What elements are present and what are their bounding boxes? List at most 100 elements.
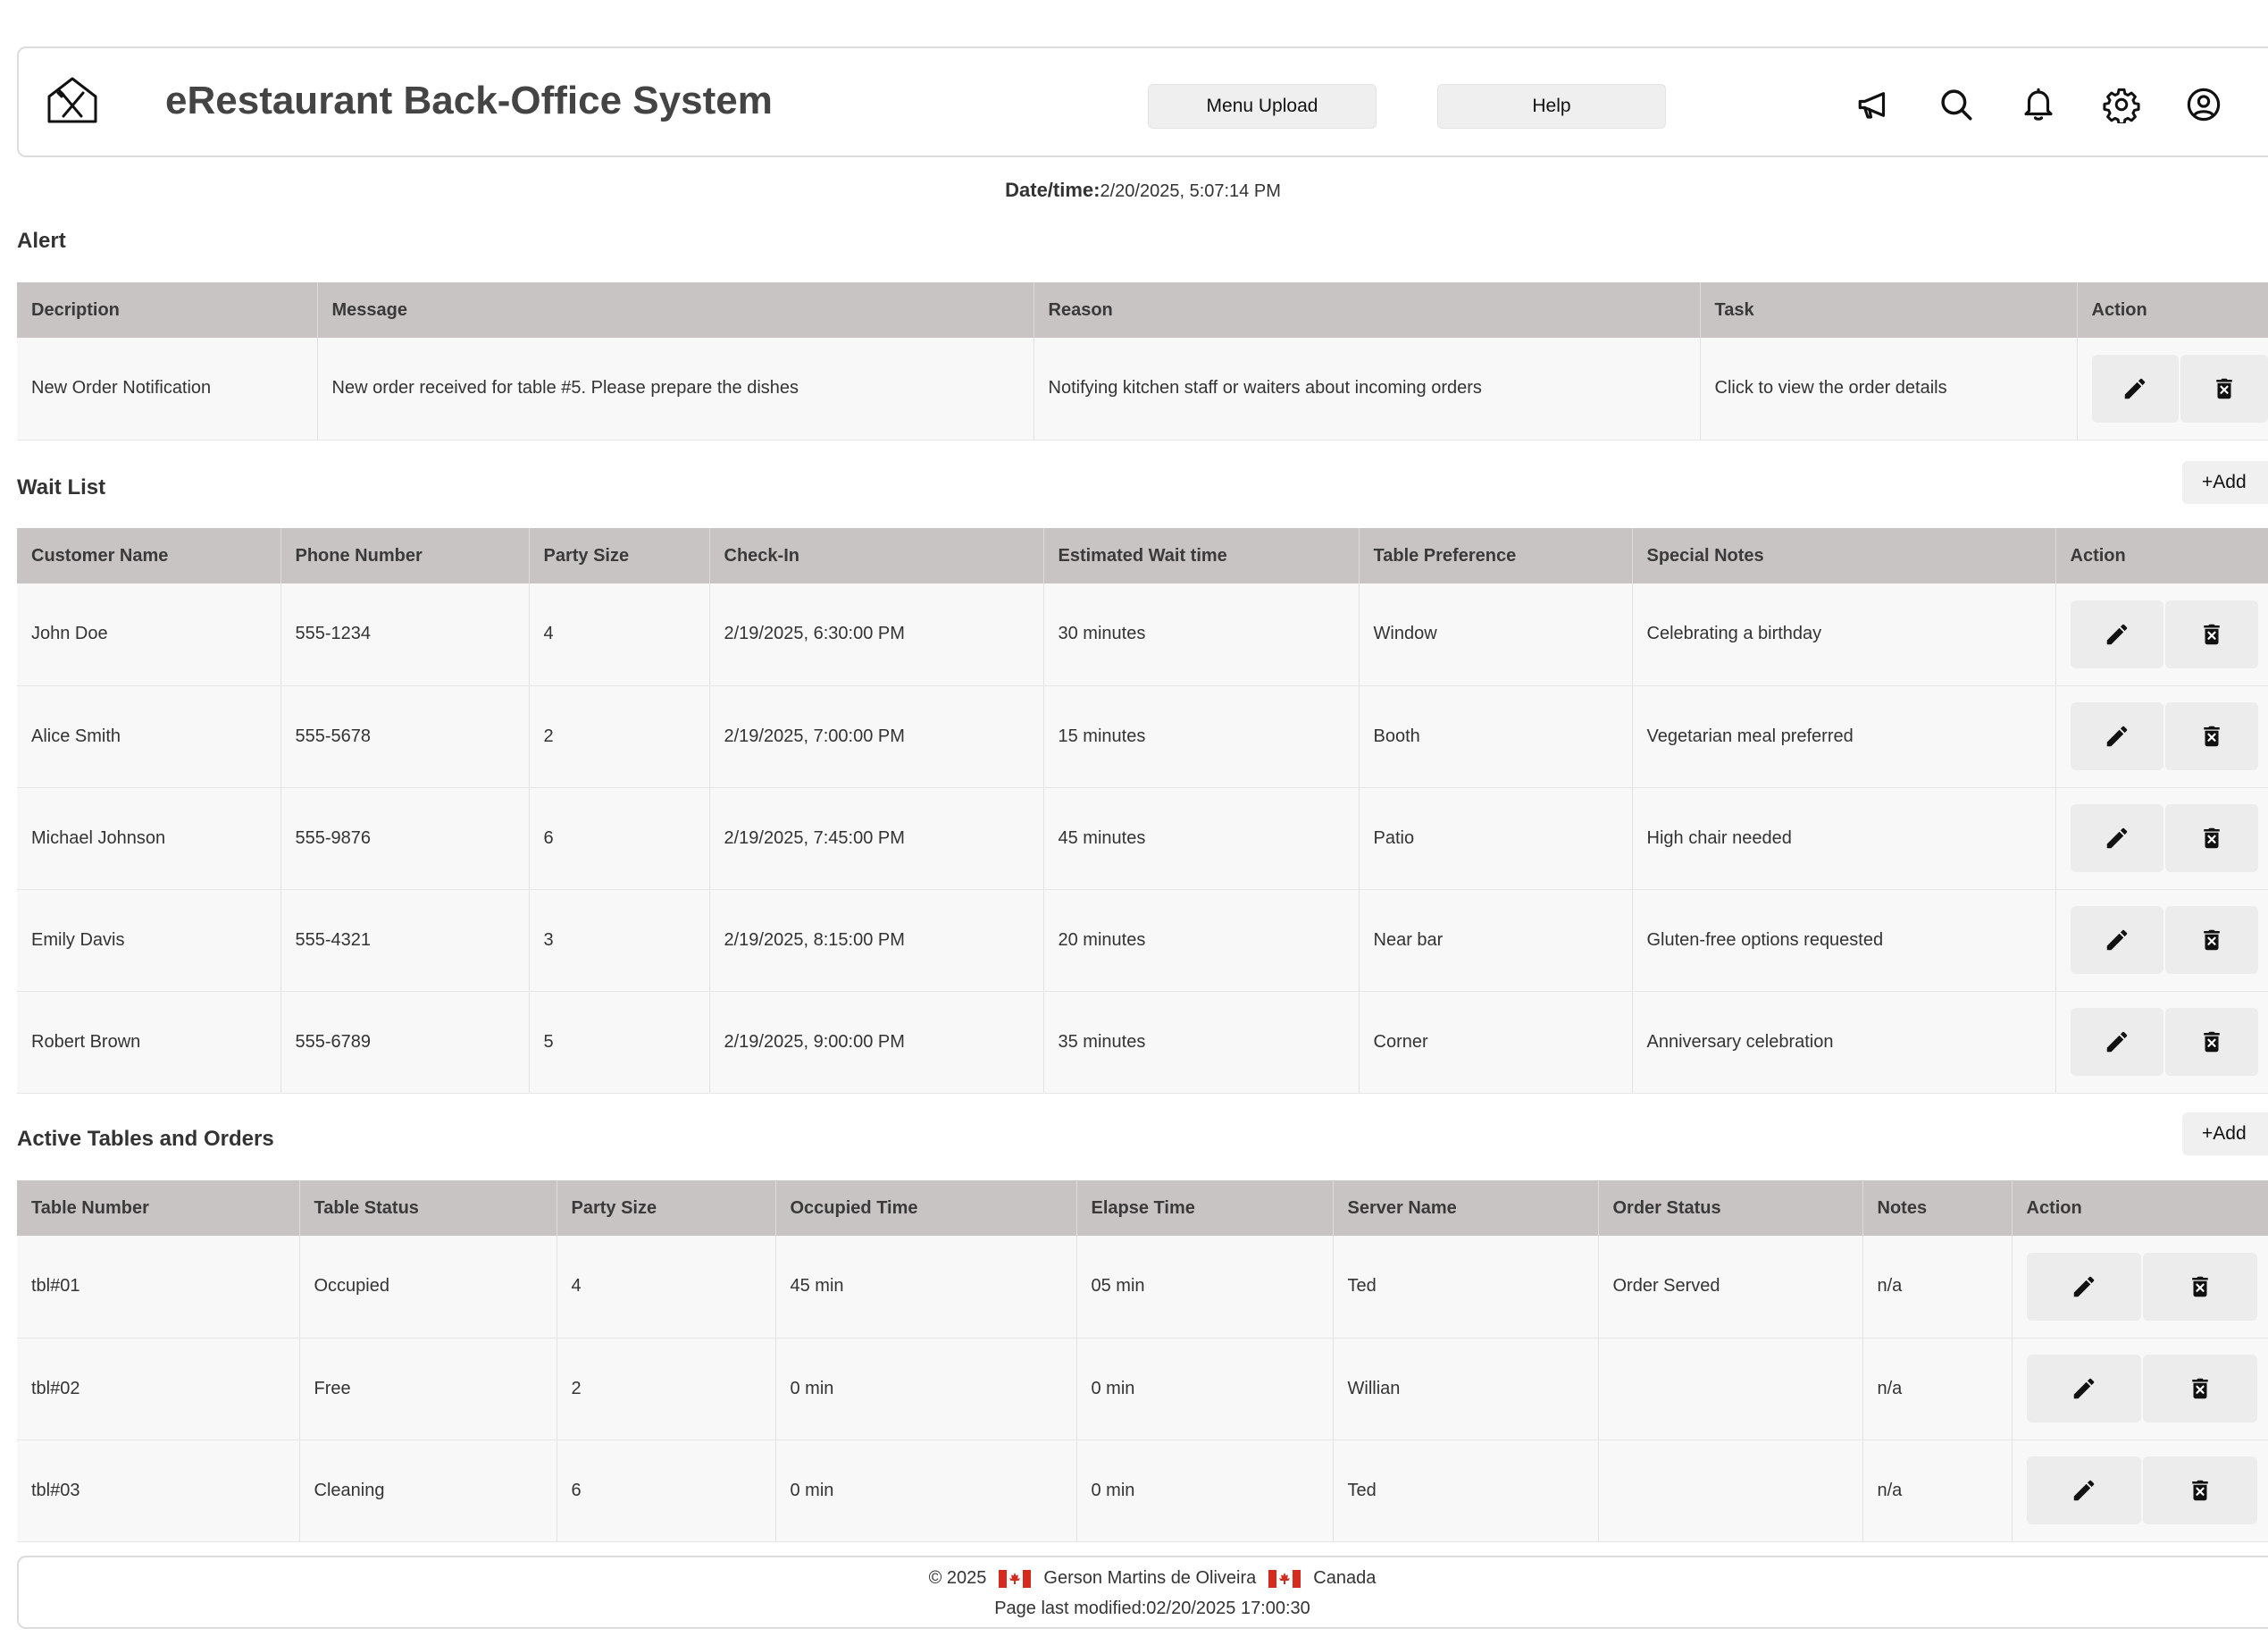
waitlist-table: Customer Name Phone Number Party Size Ch… [17,528,2268,1094]
country-name: Canada [1313,1568,1377,1588]
alert-header-row: Decription Message Reason Task Action [17,282,2268,338]
delete-button[interactable] [2164,702,2258,770]
row-actions [2056,906,2268,974]
table-cell: Window [1359,583,1633,686]
pencil-icon [2106,827,2127,849]
pencil-icon [2073,1480,2094,1501]
gear-icon[interactable] [2099,82,2144,127]
table-cell: 5 [529,991,710,1094]
alert-table: Decription Message Reason Task Action Ne… [17,282,2268,441]
table-cell [1598,1439,1863,1542]
delete-button[interactable] [2164,804,2258,872]
table-row: tbl#01 Occupied 4 45 min 05 min Ted Order Serv… [17,1236,2268,1339]
table-cell: n/a [1862,1338,2013,1440]
delete-button[interactable] [2142,1355,2257,1423]
edit-button[interactable] [2070,702,2163,770]
edit-button[interactable] [2091,354,2180,423]
table-cell: 555-1234 [280,583,530,686]
pencil-icon [2106,726,2127,747]
delete-button[interactable] [2164,906,2258,974]
table-cell: 6 [557,1439,776,1542]
waitlist-section-title: Wait List [17,475,106,499]
delete-button[interactable] [2142,1252,2257,1321]
table-cell: 2/19/2025, 8:15:00 PM [709,889,1044,992]
page: eRestaurant Back-Office System Menu Uplo… [0,0,2268,1645]
column-header: Customer Name [17,528,281,583]
table-cell: 555-5678 [280,685,530,788]
column-header: Party Size [529,528,710,583]
table-cell: 2 [557,1338,776,1440]
table-row: tbl#03 Cleaning 6 0 min 0 min Ted n/a [17,1439,2268,1542]
table-cell: Robert Brown [17,991,281,1094]
column-header: Table Number [17,1180,300,1236]
table-cell: 45 minutes [1043,787,1360,890]
edit-button[interactable] [2026,1355,2141,1423]
datetime-label: Date/time: [1005,179,1101,201]
table-cell: 2/19/2025, 6:30:00 PM [709,583,1044,686]
action-cell [2055,685,2268,788]
table-row: Robert Brown 555-6789 5 2/19/2025, 9:00:00 … [17,991,2268,1094]
table-cell: 20 minutes [1043,889,1360,992]
help-button[interactable]: Help [1437,84,1666,129]
table-cell: 0 min [775,1439,1077,1542]
table-cell: 2/19/2025, 7:45:00 PM [709,787,1044,890]
edit-button[interactable] [2070,804,2163,872]
table-cell: New Order Notification [17,338,318,441]
column-header: Occupied Time [775,1180,1077,1236]
column-header: Table Status [299,1180,557,1236]
menu-upload-button[interactable]: Menu Upload [1148,84,1377,129]
table-cell: tbl#03 [17,1439,300,1542]
user-account-icon[interactable] [2181,82,2226,127]
table-cell: Celebrating a birthday [1632,583,2056,686]
table-cell: Willian [1333,1338,1599,1440]
trash-icon [2203,726,2220,747]
table-cell: 30 minutes [1043,583,1360,686]
trash-icon [2203,1031,2220,1053]
waitlist-add-button[interactable]: +Add [2182,461,2268,504]
delete-button[interactable] [2180,354,2268,423]
bell-icon[interactable] [2016,82,2061,127]
table-cell: Free [299,1338,557,1440]
canada-flag-icon [1268,1569,1301,1588]
column-header: Party Size [557,1180,776,1236]
column-header: Server Name [1333,1180,1599,1236]
delete-button[interactable] [2164,1008,2258,1076]
table-cell: 05 min [1076,1236,1334,1339]
edit-button[interactable] [2026,1252,2141,1321]
table-cell: 555-4321 [280,889,530,992]
table-cell: 35 minutes [1043,991,1360,1094]
table-cell: 0 min [1076,1439,1334,1542]
table-cell: Click to view the order details [1700,338,2078,441]
trash-icon [2203,624,2220,644]
pencil-icon [2106,1031,2127,1053]
table-cell: Anniversary celebration [1632,991,2056,1094]
table-cell: 4 [557,1236,776,1339]
edit-button[interactable] [2070,1008,2163,1076]
delete-button[interactable] [2164,600,2258,668]
column-header: Table Preference [1359,528,1633,583]
table-cell: 0 min [775,1338,1077,1440]
restaurant-logo-icon [46,75,99,125]
table-cell: Alice Smith [17,685,281,788]
delete-button[interactable] [2142,1456,2257,1524]
table-cell: 3 [529,889,710,992]
trash-icon [2191,1378,2208,1399]
column-header: Action [2077,282,2268,338]
edit-button[interactable] [2026,1456,2141,1524]
column-header: Estimated Wait time [1043,528,1360,583]
edit-button[interactable] [2070,600,2163,668]
alert-section-title: Alert [17,229,66,253]
datetime-display: Date/time:2/20/2025, 5:07:14 PM [0,179,2268,202]
search-icon[interactable] [1934,82,1979,127]
waitlist-header-row: Customer Name Phone Number Party Size Ch… [17,528,2268,583]
trash-icon [2203,929,2220,951]
tables-add-button[interactable]: +Add [2182,1112,2268,1155]
edit-button[interactable] [2070,906,2163,974]
page-footer: © 2025 Gerson Martins de Oliveira Canada… [17,1556,2268,1629]
app-title: eRestaurant Back-Office System [165,79,773,122]
table-cell: Cleaning [299,1439,557,1542]
megaphone-icon[interactable] [1852,82,1896,127]
copyright-text: © 2025 [928,1568,987,1588]
pencil-icon [2106,624,2127,644]
table-cell: 2 [529,685,710,788]
